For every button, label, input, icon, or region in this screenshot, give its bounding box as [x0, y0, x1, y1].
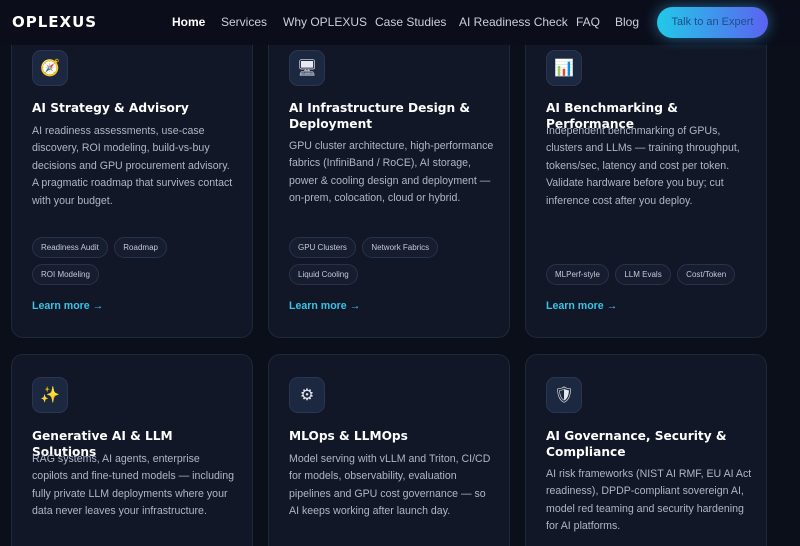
card-tags: MLPerf-style LLM Evals Cost/Token	[546, 264, 756, 291]
nav-link-ai-readiness-check[interactable]: AI Readiness Check	[459, 15, 568, 29]
service-card-ai-infrastructure[interactable]: 🖥 AI Infrastructure Design & Deployment …	[268, 18, 510, 338]
nav-link-why-oplexus[interactable]: Why OPLEXUS	[283, 15, 367, 29]
card-title: MLOps & LLMOps	[289, 429, 408, 443]
tag: Network Fabrics	[362, 237, 439, 258]
nav-link-home[interactable]: Home	[172, 15, 205, 29]
nav-link-blog[interactable]: Blog	[615, 15, 639, 29]
card-title: AI Infrastructure Design & Deployment	[289, 101, 471, 131]
nav-link-services[interactable]: Services	[221, 15, 267, 29]
nav-link-faq[interactable]: FAQ	[576, 15, 600, 29]
nav-link-case-studies[interactable]: Case Studies	[375, 15, 446, 29]
tag: Cost/Token	[677, 264, 736, 285]
card-title: AI Strategy & Advisory	[32, 101, 189, 115]
card-title: AI Governance, Security & Compliance	[546, 429, 727, 459]
tag: ROI Modeling	[32, 264, 99, 285]
top-nav: OPLEXUS Home Services Why OPLEXUS Case S…	[0, 0, 800, 45]
learn-more-link[interactable]: Learn more →	[546, 300, 617, 312]
card-description: AI readiness assessments, use-case disco…	[32, 125, 233, 207]
learn-more-link[interactable]: Learn more →	[289, 300, 360, 312]
card-description: Independent benchmarking of GPUs, cluste…	[546, 125, 740, 207]
card-description: RAG systems, AI agents, enterprise copil…	[32, 453, 234, 518]
sparkles-icon: ✨	[32, 377, 68, 413]
chart-icon: 📊	[546, 50, 582, 86]
learn-more-link[interactable]: Learn more →	[32, 300, 103, 312]
tag: GPU Clusters	[289, 237, 356, 258]
service-card-ai-benchmarking[interactable]: 📊 AI Benchmarking & Performance Independ…	[525, 18, 767, 338]
gear-icon: ⚙	[289, 377, 325, 413]
tag: MLPerf-style	[546, 264, 609, 285]
tag: Readiness Audit	[32, 237, 108, 258]
tag: Roadmap	[114, 237, 167, 258]
talk-to-expert-button[interactable]: Talk to an Expert	[657, 7, 768, 38]
compass-icon: 🧭	[32, 50, 68, 86]
card-tags: Readiness Audit Roadmap ROI Modeling	[32, 237, 172, 291]
tag: LLM Evals	[615, 264, 671, 285]
card-description: AI risk frameworks (NIST AI RMF, EU AI A…	[546, 468, 752, 533]
service-card-generative-ai[interactable]: ✨ Generative AI & LLM Solutions RAG syst…	[11, 354, 253, 546]
card-tags: GPU Clusters Network Fabrics Liquid Cool…	[289, 237, 449, 291]
card-description: GPU cluster architecture, high-performan…	[289, 140, 494, 205]
server-icon: 🖥	[289, 50, 325, 86]
service-card-ai-governance[interactable]: 🛡 AI Governance, Security & Compliance A…	[525, 354, 767, 546]
service-card-ai-strategy[interactable]: 🧭 AI Strategy & Advisory AI readiness as…	[11, 18, 253, 338]
shield-icon: 🛡	[546, 377, 582, 413]
service-card-mlops[interactable]: ⚙ MLOps & LLMOps Model serving with vLLM…	[268, 354, 510, 546]
card-description: Model serving with vLLM and Triton, CI/C…	[289, 453, 491, 518]
tag: Liquid Cooling	[289, 264, 358, 285]
